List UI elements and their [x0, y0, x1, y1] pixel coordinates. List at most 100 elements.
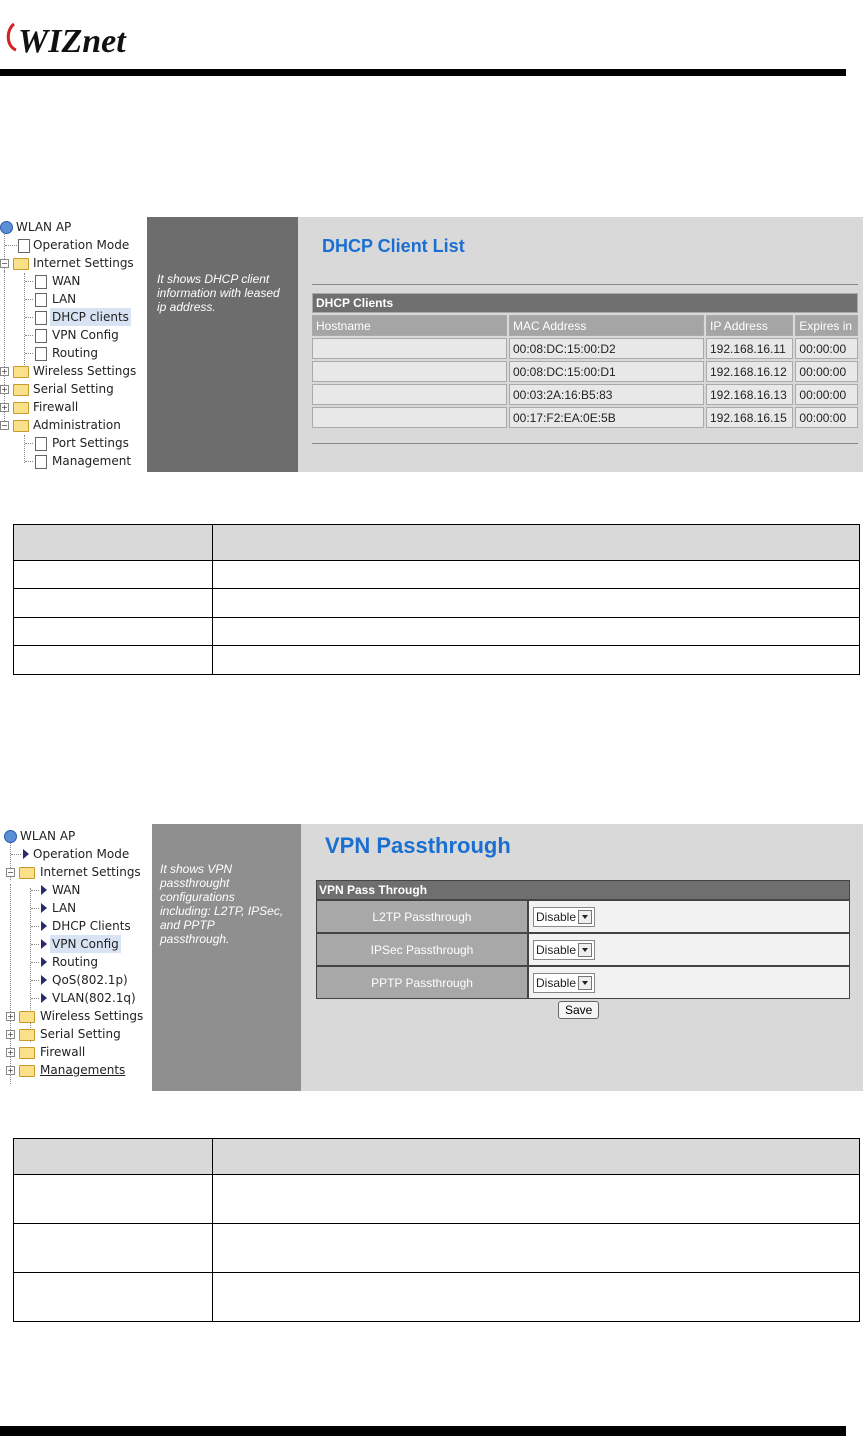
expires-cell: 00:00:00 [795, 338, 858, 359]
table-cell [212, 1174, 860, 1224]
dhcp-help-panel: It shows DHCP client information with le… [147, 217, 298, 472]
vpn-nav-tree: WLAN AP Operation Mode − Internet Settin… [0, 824, 152, 1091]
table-cell [212, 588, 860, 618]
page-title: DHCP Client List [322, 236, 465, 256]
collapse-icon[interactable]: − [0, 259, 9, 268]
folder-icon [13, 258, 29, 270]
vpn-help-text: It shows VPN passthrought configurations… [160, 862, 284, 946]
expand-icon[interactable]: + [6, 1048, 15, 1057]
save-button[interactable]: Save [558, 1001, 600, 1019]
folder-icon [19, 1011, 35, 1023]
column-header: MAC Address [509, 315, 704, 336]
table-cell [212, 645, 860, 675]
column-header: Hostname [312, 315, 507, 336]
page-icon [18, 239, 30, 253]
hostname-cell [312, 384, 507, 405]
hostname-cell [312, 407, 507, 428]
folder-icon [19, 1029, 35, 1041]
table-cell [13, 645, 213, 675]
ip-cell: 192.168.16.15 [706, 407, 794, 428]
expand-icon[interactable]: + [6, 1066, 15, 1075]
dhcp-clients-table: DHCP Clients Hostname MAC Address IP Add… [310, 291, 860, 430]
pptp-select[interactable]: Disable [528, 966, 850, 999]
folder-icon [19, 867, 35, 879]
dropdown-arrow-icon[interactable] [578, 976, 593, 991]
hostname-cell [312, 361, 507, 382]
wiznet-logo: WIZnet [6, 22, 127, 60]
table-header-cell [212, 524, 860, 561]
page-icon [35, 329, 47, 343]
dropdown-arrow-icon[interactable] [578, 910, 593, 925]
collapse-icon[interactable]: − [6, 868, 15, 877]
page-icon [35, 275, 47, 289]
l2tp-select[interactable]: Disable [528, 900, 850, 933]
footer-rule [0, 1426, 846, 1436]
vpn-passthrough-table: VPN Pass Through L2TP Passthrough Disabl… [316, 880, 850, 999]
folder-icon [13, 366, 29, 378]
table-header-cell [13, 1138, 213, 1175]
table-cell [212, 617, 860, 646]
svg-text:WIZnet: WIZnet [18, 23, 127, 60]
vpn-help-panel: It shows VPN passthrought configurations… [152, 824, 301, 1091]
table-cell [13, 617, 213, 646]
dhcp-nav-tree: WLAN AP Operation Mode − Internet Settin… [0, 217, 147, 472]
arrow-icon [41, 975, 47, 985]
select-value: Disable [536, 942, 577, 957]
expires-cell: 00:00:00 [795, 407, 858, 428]
vpn-screenshot: WLAN AP Operation Mode − Internet Settin… [0, 824, 863, 1091]
dropdown-arrow-icon[interactable] [578, 943, 593, 958]
table-cell [212, 560, 860, 589]
arrow-icon [41, 993, 47, 1003]
page-icon [35, 347, 47, 361]
expires-cell: 00:00:00 [795, 384, 858, 405]
folder-icon [13, 420, 29, 432]
expand-icon[interactable]: + [0, 367, 9, 376]
table-row: IPSec Passthrough Disable [316, 933, 850, 966]
expand-icon[interactable]: + [0, 403, 9, 412]
ip-cell: 192.168.16.13 [706, 384, 794, 405]
wlan-ap-icon [4, 830, 17, 843]
select-value: Disable [536, 909, 577, 924]
expand-icon[interactable]: + [6, 1030, 15, 1039]
table-row: PPTP Passthrough Disable [316, 966, 850, 999]
page-title: VPN Passthrough [325, 833, 511, 858]
folder-icon [19, 1047, 35, 1059]
column-header: IP Address [706, 315, 794, 336]
arrow-icon [41, 957, 47, 967]
mac-cell: 00:08:DC:15:00:D2 [509, 338, 704, 359]
table-caption: DHCP Clients [312, 293, 858, 313]
dhcp-screenshot: WLAN AP Operation Mode − Internet Settin… [0, 217, 863, 472]
column-header: Expires in [795, 315, 858, 336]
folder-icon [19, 1065, 35, 1077]
page-icon [35, 311, 47, 325]
l2tp-label: L2TP Passthrough [316, 900, 528, 933]
expand-icon[interactable]: + [6, 1012, 15, 1021]
hostname-cell [312, 338, 507, 359]
page-icon [35, 293, 47, 307]
expand-icon[interactable]: + [0, 385, 9, 394]
pptp-label: PPTP Passthrough [316, 966, 528, 999]
table-caption: VPN Pass Through [316, 880, 850, 900]
header-rule [0, 69, 846, 76]
table-cell [13, 1223, 213, 1273]
ip-cell: 192.168.16.12 [706, 361, 794, 382]
table-row: 00:08:DC:15:00:D1 192.168.16.12 00:00:00 [312, 361, 858, 382]
mac-cell: 00:08:DC:15:00:D1 [509, 361, 704, 382]
collapse-icon[interactable]: − [0, 421, 9, 430]
table-cell [13, 1174, 213, 1224]
dhcp-description-table [13, 524, 860, 675]
wlan-ap-icon [0, 221, 13, 234]
select-value: Disable [536, 975, 577, 990]
ipsec-select[interactable]: Disable [528, 933, 850, 966]
folder-icon [13, 384, 29, 396]
table-row: 00:03:2A:16:B5:83 192.168.16.13 00:00:00 [312, 384, 858, 405]
mac-cell: 00:03:2A:16:B5:83 [509, 384, 704, 405]
table-row: 00:08:DC:15:00:D2 192.168.16.11 00:00:00 [312, 338, 858, 359]
vpn-main-panel: VPN Passthrough VPN Pass Through L2TP Pa… [301, 824, 863, 1091]
arrow-icon [41, 903, 47, 913]
ipsec-label: IPSec Passthrough [316, 933, 528, 966]
table-header-cell [212, 1138, 860, 1175]
dhcp-main-panel: DHCP Client List DHCP Clients Hostname M… [298, 217, 863, 472]
dhcp-help-text: It shows DHCP client information with le… [157, 272, 280, 314]
mac-cell: 00:17:F2:EA:0E:5B [509, 407, 704, 428]
